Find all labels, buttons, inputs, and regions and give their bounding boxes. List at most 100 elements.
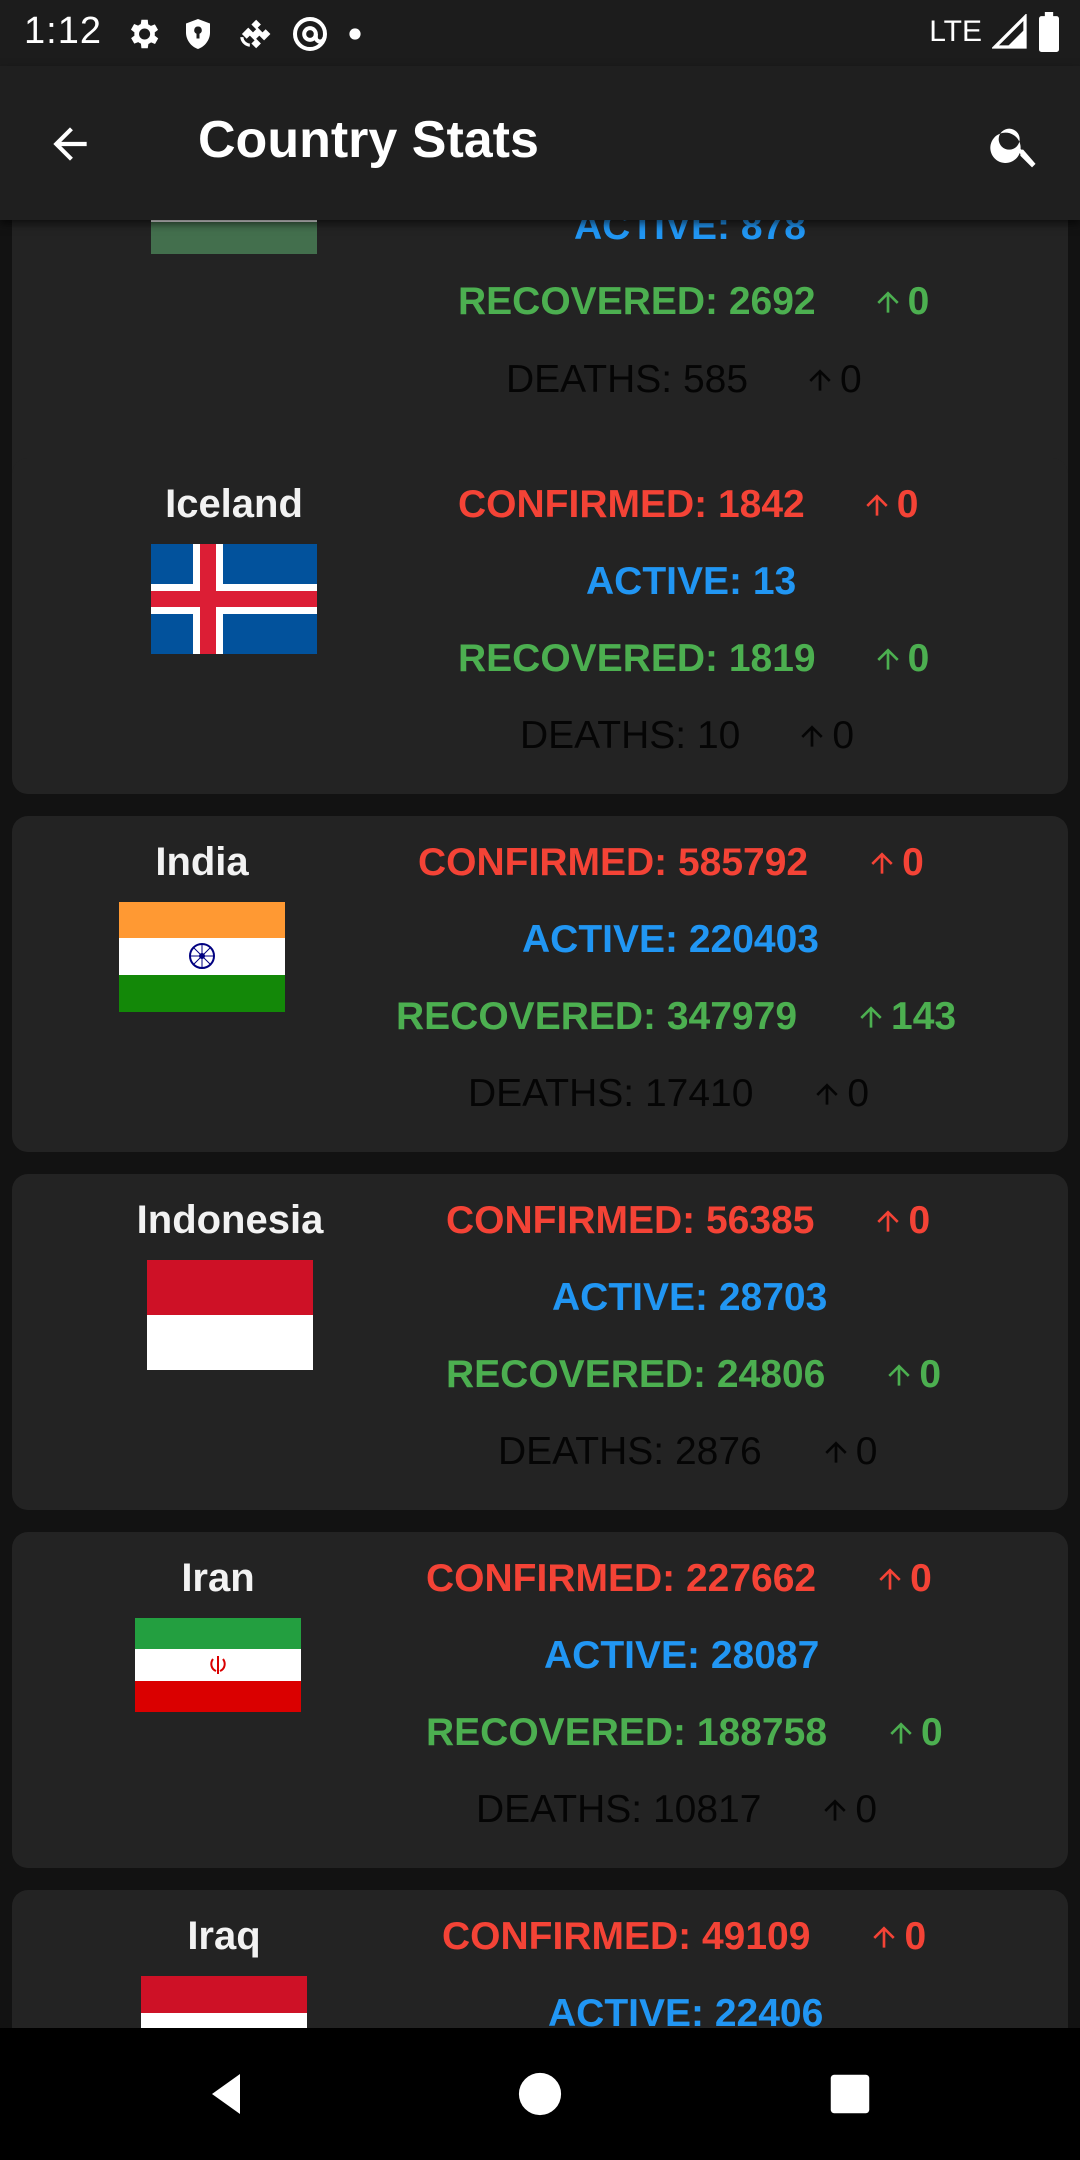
confirmed-delta: 0 (868, 1915, 926, 1959)
deaths-row: DEATHS: 10 0 (520, 711, 854, 761)
system-nav-bar (0, 2028, 1080, 2160)
gear-icon (130, 19, 159, 49)
status-icons-right: LTE (929, 12, 1060, 52)
arrow-up-icon (877, 1210, 900, 1232)
deaths-value: DEATHS: 10817 (476, 1788, 762, 1831)
confirmed-delta: 0 (874, 1557, 932, 1601)
country-card-iceland[interactable]: Iceland CONFIRMED: 1842 0 ACTIVE: 13 REC… (12, 458, 1068, 794)
active-row: ACTIVE: 13 (586, 557, 796, 607)
status-time: 1:12 (24, 10, 102, 52)
confirmed-delta-value: 0 (896, 483, 919, 526)
active-value: ACTIVE: 22406 (548, 1992, 824, 2028)
flag-india (119, 902, 285, 1012)
recovered-delta-value: 0 (921, 1711, 943, 1754)
page-title: Country Stats (198, 111, 539, 169)
recovered-value: RECOVERED: 188758 (426, 1711, 828, 1754)
confirmed-value: CONFIRMED: 227662 (426, 1557, 817, 1600)
country-card-india[interactable]: India CONFIRMED: 585792 0 ACTIVE: 220403… (12, 816, 1068, 1152)
country-name: Iran (181, 1556, 255, 1600)
recovered-delta: 0 (872, 280, 930, 324)
deaths-row: DEATHS: 585 0 (506, 355, 862, 405)
confirmed-row: CONFIRMED: 227662 0 (426, 1554, 932, 1604)
back-button[interactable] (40, 114, 100, 174)
active-row: ACTIVE: 28703 (552, 1273, 827, 1323)
deaths-delta-value: 0 (855, 1788, 878, 1831)
country-card-iraq[interactable]: Iraq CONFIRMED: 49109 0 ACTIVE: 22406 (12, 1890, 1068, 2028)
dot-icon (349, 28, 361, 40)
recovered-delta-value: 0 (907, 637, 930, 680)
nav-home-button[interactable] (504, 2058, 576, 2130)
recovered-delta: 0 (885, 1711, 943, 1755)
confirmed-delta: 0 (872, 1199, 930, 1243)
active-row: ACTIVE: 220403 (522, 915, 819, 965)
recovered-row: RECOVERED: 188758 0 (426, 1708, 943, 1758)
iran-emblem-icon (210, 1656, 226, 1674)
search-button[interactable] (980, 110, 1050, 180)
country-name: Iraq (187, 1914, 261, 1958)
confirmed-delta-value: 0 (904, 1915, 927, 1958)
at-sign-icon (293, 17, 327, 51)
confirmed-delta: 0 (861, 483, 919, 527)
network-type: LTE (929, 15, 982, 48)
country-name: India (155, 840, 249, 884)
active-value: ACTIVE: 878 (574, 220, 806, 248)
deaths-delta-value: 0 (847, 1072, 870, 1115)
arrow-up-icon (871, 852, 893, 874)
recovered-delta: 143 (855, 995, 956, 1039)
signal-icon (992, 14, 1027, 49)
flag-iceland (151, 544, 317, 654)
active-value: ACTIVE: 220403 (522, 918, 819, 961)
country-block: Indonesia (110, 1196, 350, 1370)
confirmed-value: CONFIRMED: 49109 (442, 1915, 811, 1958)
active-value: ACTIVE: 13 (586, 560, 797, 603)
recovered-row: RECOVERED: 1819 0 (458, 634, 929, 684)
flag-hungary (151, 220, 317, 254)
recovered-delta-value: 0 (919, 1353, 942, 1396)
recovered-delta: 0 (872, 637, 930, 681)
recovered-value: RECOVERED: 1819 (458, 637, 816, 680)
active-row: ACTIVE: 28087 (544, 1631, 819, 1681)
flag-indonesia (147, 1260, 313, 1370)
active-row: ACTIVE: 878 (574, 220, 806, 252)
confirmed-value: CONFIRMED: 585792 (418, 841, 809, 884)
deaths-delta-value: 0 (832, 714, 855, 757)
nav-back-button[interactable] (190, 2058, 262, 2130)
ashoka-chakra-icon (189, 943, 215, 969)
shield-icon (186, 19, 210, 49)
country-card-iran[interactable]: Iran CONFIRMED: 227662 0 ACTIVE: 28087 R… (12, 1532, 1068, 1868)
deaths-row: DEATHS: 10817 0 (476, 1785, 877, 1835)
confirmed-value: CONFIRMED: 56385 (446, 1199, 815, 1242)
flag-iraq (141, 1976, 307, 2028)
arrow-up-icon (801, 725, 824, 747)
arrow-up-icon (876, 648, 899, 670)
arrow-up-icon (876, 291, 899, 313)
nav-recents-square-icon (830, 2074, 870, 2114)
active-value: ACTIVE: 28703 (552, 1276, 828, 1319)
recovered-value: RECOVERED: 347979 (396, 995, 798, 1038)
nav-home-circle-icon (518, 2072, 562, 2116)
country-list[interactable]: ACTIVE: 878 RECOVERED: 2692 0 DEATHS: 58… (0, 220, 1080, 2028)
arrow-up-icon (879, 1568, 901, 1590)
arrow-up-icon (860, 1006, 882, 1028)
status-bar: 1:12 LTE (0, 0, 1080, 66)
deaths-delta-value: 0 (855, 1430, 878, 1473)
deaths-row: DEATHS: 17410 0 (468, 1069, 869, 1119)
country-card-indonesia[interactable]: Indonesia CONFIRMED: 56385 0 ACTIVE: 287… (12, 1174, 1068, 1510)
recovered-row: RECOVERED: 347979 143 (396, 992, 956, 1042)
deaths-value: DEATHS: 2876 (498, 1430, 762, 1473)
battery-icon (1039, 12, 1059, 52)
arrow-up-icon (824, 1799, 847, 1821)
country-block (114, 220, 354, 254)
nav-recents-button[interactable] (814, 2058, 886, 2130)
deaths-delta: 0 (811, 1072, 869, 1116)
flag-iran (135, 1618, 301, 1712)
recovered-delta-value: 0 (907, 280, 930, 323)
deaths-value: DEATHS: 17410 (468, 1072, 754, 1115)
deaths-delta: 0 (819, 1788, 877, 1832)
app-bar: Country Stats (0, 66, 1080, 220)
country-block: India (82, 838, 322, 1012)
deaths-delta-value: 0 (840, 358, 862, 401)
deaths-delta: 0 (796, 714, 854, 758)
country-block: Iran (98, 1554, 338, 1712)
active-value: ACTIVE: 28087 (544, 1634, 820, 1677)
